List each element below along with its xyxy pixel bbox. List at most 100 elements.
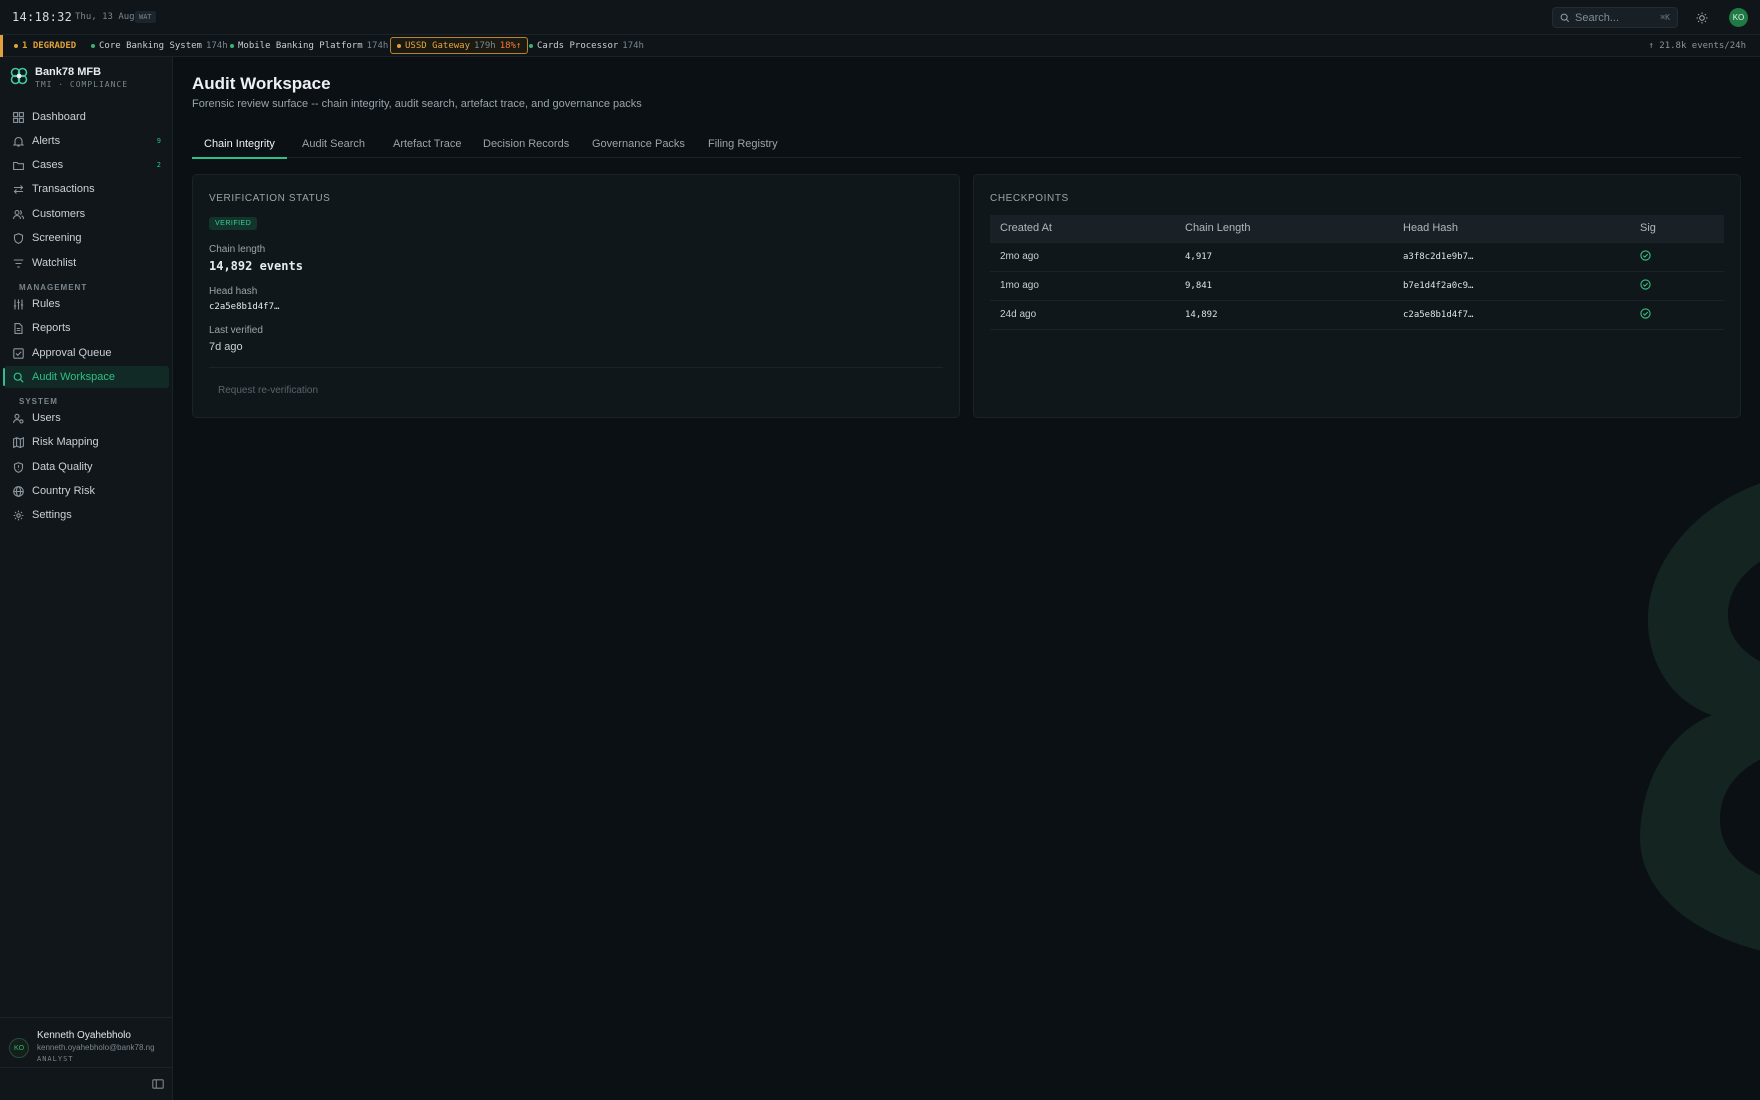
sidebar-item-approval-queue[interactable]: Approval Queue [4, 342, 169, 364]
brand-name: Bank78 MFB [35, 66, 102, 78]
top-bar: 14:18:32 Thu, 13 Aug WAT Search... ⌘K KO [0, 0, 1760, 35]
card-title: VERIFICATION STATUS [209, 193, 331, 204]
date: Thu, 13 Aug [75, 12, 135, 22]
created-at-cell: 24d ago [990, 299, 1175, 330]
search-icon [1560, 13, 1570, 22]
sidebar-item-dashboard[interactable]: Dashboard [4, 106, 169, 128]
user-cog-icon [12, 412, 24, 424]
column-header-chain-length[interactable]: Chain Length [1175, 215, 1393, 242]
check-circle-icon [1640, 307, 1651, 319]
alerts-count-badge: 9 [156, 137, 161, 145]
sidebar-item-screening[interactable]: Screening [4, 227, 169, 249]
sidebar-item-risk-mapping[interactable]: Risk Mapping [4, 431, 169, 453]
search-placeholder: Search... [1575, 11, 1620, 24]
timezone-badge: WAT [135, 11, 156, 23]
last-verified-label: Last verified [209, 325, 263, 336]
filter-icon [12, 257, 24, 269]
sig-cell [1630, 241, 1724, 271]
sidebar-footer [0, 1067, 173, 1100]
shield-icon [12, 232, 24, 244]
check-circle-icon [1640, 278, 1651, 290]
table-row[interactable]: 1mo ago 9,841 b7e1d4f2a0c9… [990, 270, 1724, 300]
cases-count-badge: 2 [156, 161, 161, 169]
table-header-row: Created At Chain Length Head Hash Sig [990, 215, 1724, 242]
status-dot [529, 44, 533, 48]
checkpoints-card: CHECKPOINTS Created At Chain Length Head… [973, 174, 1741, 418]
table-row[interactable]: 2mo ago 4,917 a3f8c2d1e9b7… [990, 241, 1724, 271]
status-dot [397, 43, 401, 48]
sidebar-item-cases[interactable]: Cases 2 [4, 154, 169, 176]
degraded-summary[interactable]: 1 DEGRADED [14, 35, 76, 57]
service-status-bar: 1 DEGRADED Core Banking System 174h Mobi… [0, 35, 1760, 57]
clock: 14:18:32 [12, 10, 73, 24]
table-row[interactable]: 24d ago 14,892 c2a5e8b1d4f7… [990, 299, 1724, 330]
sidebar-item-watchlist[interactable]: Watchlist [4, 252, 169, 274]
column-header-created-at[interactable]: Created At [990, 215, 1175, 242]
section-label-system: SYSTEM [19, 397, 58, 406]
users-icon [12, 208, 24, 220]
shield-check-icon [12, 461, 24, 473]
head-hash-value: c2a5e8b1d4f7… [209, 302, 280, 312]
sidebar-item-country-risk[interactable]: Country Risk [4, 480, 169, 502]
chain-length-cell: 9,841 [1175, 270, 1393, 300]
last-verified-value: 7d ago [209, 341, 243, 353]
tab-decision-records[interactable]: Decision Records [471, 129, 581, 158]
folder-icon [12, 159, 24, 171]
sidebar-item-alerts[interactable]: Alerts 9 [4, 130, 169, 152]
status-dot [91, 44, 95, 48]
sidebar-item-transactions[interactable]: Transactions [4, 178, 169, 200]
created-at-cell: 1mo ago [990, 270, 1175, 300]
service-mobile-banking[interactable]: Mobile Banking Platform 174h [230, 35, 388, 57]
service-cards-processor[interactable]: Cards Processor 174h [529, 35, 644, 57]
globe-icon [12, 485, 24, 497]
tab-chain-integrity[interactable]: Chain Integrity [192, 129, 287, 159]
divider [209, 367, 943, 368]
sidebar: Bank78 MFB TMI · COMPLIANCE Dashboard Al… [0, 57, 173, 1100]
status-badge: VERIFIED [209, 217, 258, 230]
user-profile-card[interactable]: KO Kenneth Oyahebholo kenneth.oyahebholo… [0, 1017, 173, 1067]
chain-length-cell: 4,917 [1175, 241, 1393, 271]
sidebar-item-reports[interactable]: Reports [4, 317, 169, 339]
head-hash-cell: b7e1d4f2a0c9… [1393, 270, 1630, 300]
sig-cell [1630, 270, 1724, 300]
user-role: ANALYST [37, 1055, 74, 1063]
arrows-icon [12, 183, 24, 195]
section-label-management: MANAGEMENT [19, 283, 88, 292]
search-box[interactable]: Search... ⌘K [1552, 7, 1678, 28]
chain-length-label: Chain length [209, 244, 266, 255]
status-dot [14, 44, 18, 48]
events-counter: ↑ 21.8k events/24h [1648, 41, 1746, 51]
user-email: kenneth.oyahebholo@bank78.ng [37, 1043, 155, 1052]
search-icon [12, 371, 24, 383]
column-header-sig[interactable]: Sig [1630, 215, 1724, 242]
sidebar-item-audit-workspace[interactable]: Audit Workspace [3, 366, 169, 388]
user-name: Kenneth Oyahebholo [37, 1030, 131, 1041]
sidebar-item-rules[interactable]: Rules [4, 293, 169, 315]
page-title: Audit Workspace [192, 74, 331, 93]
column-header-head-hash[interactable]: Head Hash [1393, 215, 1630, 242]
avatar[interactable]: KO [1729, 8, 1748, 27]
checkpoints-table: Created At Chain Length Head Hash Sig 2m… [990, 215, 1724, 330]
tab-artefact-trace[interactable]: Artefact Trace [381, 129, 473, 158]
sidebar-item-customers[interactable]: Customers [4, 203, 169, 225]
sidebar-item-data-quality[interactable]: Data Quality [4, 456, 169, 478]
check-circle-icon [1640, 249, 1651, 261]
page-subtitle: Forensic review surface -- chain integri… [192, 98, 642, 110]
collapse-sidebar-icon[interactable] [152, 1078, 164, 1090]
service-ussd-gateway[interactable]: USSD Gateway 179h 18%↑ [390, 37, 529, 54]
theme-toggle-button[interactable] [1693, 9, 1711, 27]
tab-governance-packs[interactable]: Governance Packs [580, 129, 697, 158]
tab-audit-search[interactable]: Audit Search [290, 129, 377, 158]
tab-filing-registry[interactable]: Filing Registry [696, 129, 790, 158]
created-at-cell: 2mo ago [990, 241, 1175, 271]
brand-logo-icon [10, 67, 28, 85]
sidebar-item-users[interactable]: Users [4, 407, 169, 429]
checkbox-icon [12, 347, 24, 359]
head-hash-cell: c2a5e8b1d4f7… [1393, 299, 1630, 330]
sun-icon [1696, 12, 1708, 24]
search-shortcut: ⌘K [1660, 13, 1670, 22]
head-hash-label: Head hash [209, 286, 258, 297]
service-core-banking[interactable]: Core Banking System 174h [91, 35, 228, 57]
sidebar-item-settings[interactable]: Settings [4, 504, 169, 526]
request-reverification-button[interactable]: Request re-verification [218, 385, 318, 396]
